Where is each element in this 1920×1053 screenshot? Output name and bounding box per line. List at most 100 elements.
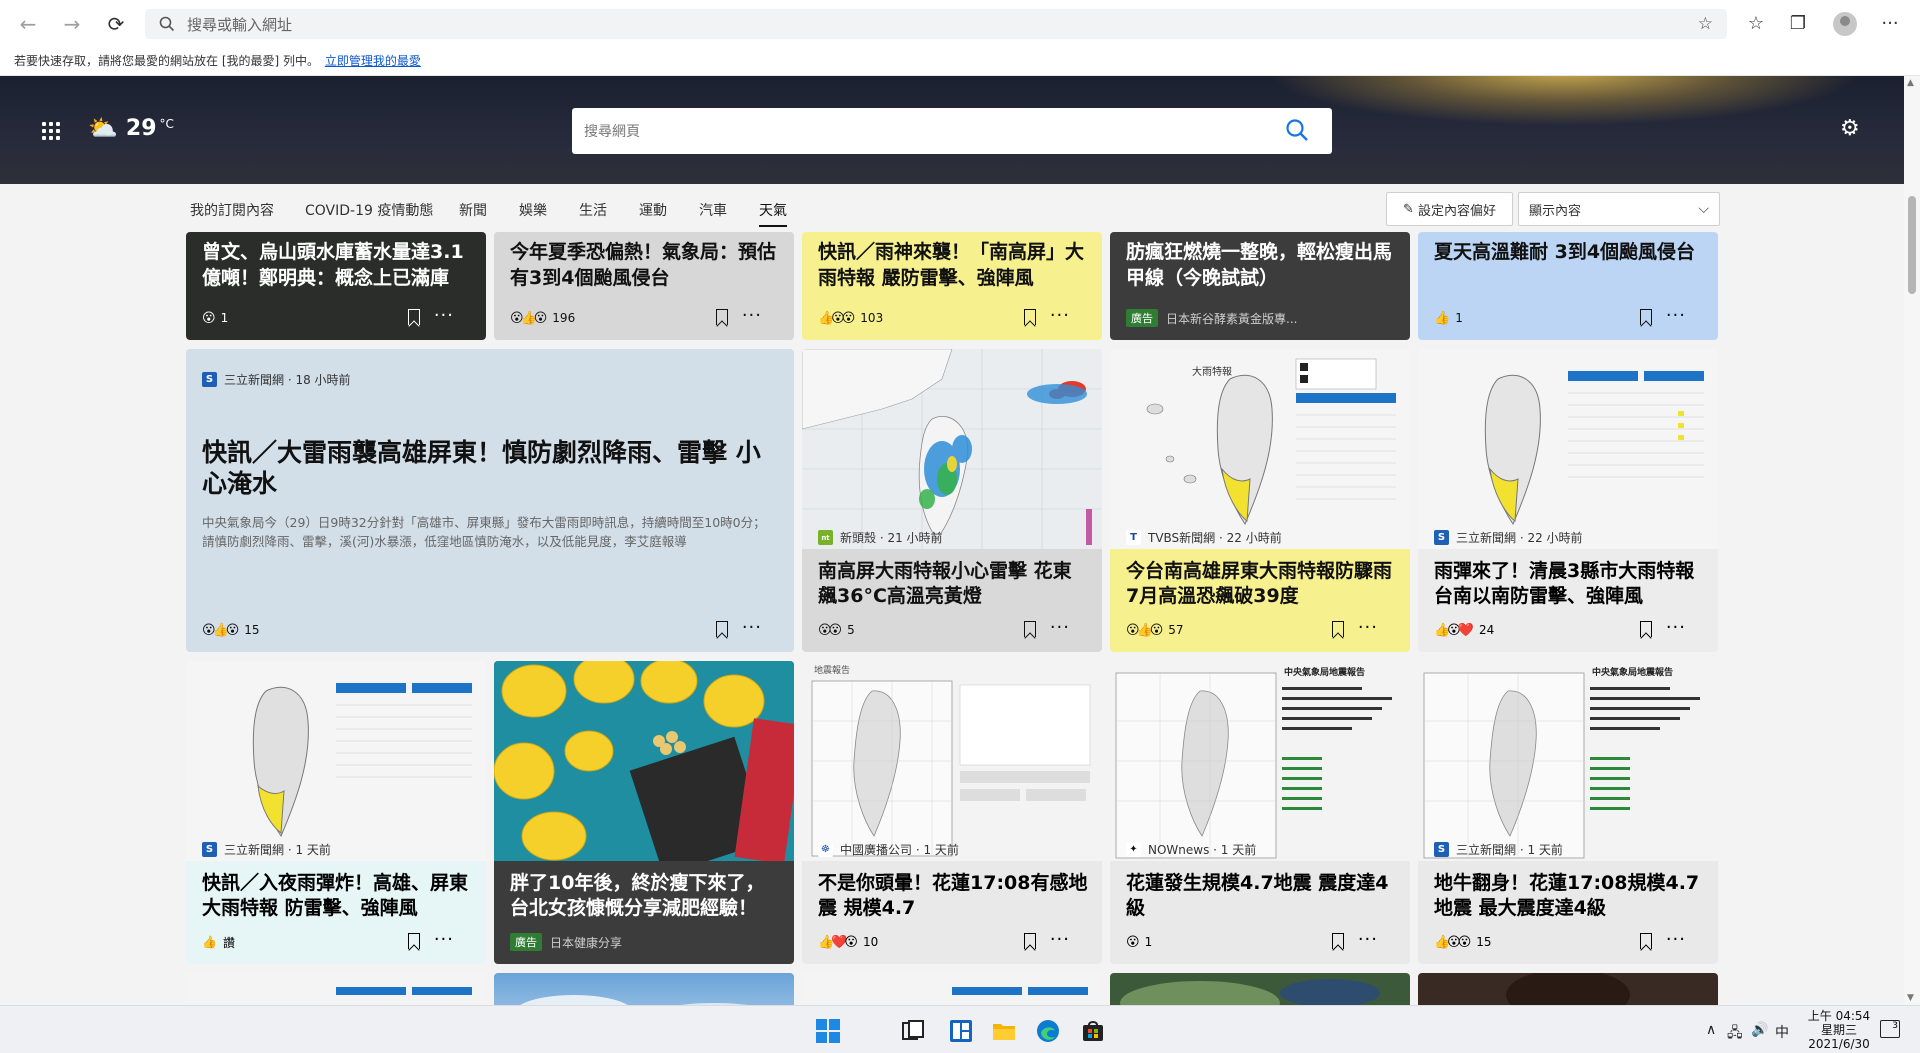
back-icon[interactable]: ←	[6, 4, 50, 44]
chevron-up-icon[interactable]: ∧	[1706, 1022, 1716, 1038]
bookmark-icon[interactable]	[1024, 933, 1036, 949]
sanli-logo-icon: S	[202, 842, 217, 857]
more-options-icon[interactable]: ···	[434, 929, 454, 950]
temperature: 29	[125, 115, 157, 141]
ad-badge: 廣告	[1126, 309, 1158, 327]
scroll-up-arrow-icon[interactable]: ▲	[1907, 78, 1914, 88]
news-card[interactable]: S 三立新聞網 · 22 小時前 雨彈來了！清晨3縣市大雨特報 台南以南防雷擊、…	[1418, 349, 1718, 652]
more-options-icon[interactable]: ···	[1050, 305, 1070, 326]
news-card[interactable]	[186, 973, 486, 1005]
network-icon[interactable]: 🖧	[1727, 1022, 1743, 1046]
notifications-icon[interactable]: 3	[1880, 1020, 1900, 1038]
add-favorite-icon[interactable]: ☆	[1698, 14, 1713, 34]
edge-browser-icon[interactable]	[1035, 1018, 1061, 1044]
tab-sports[interactable]: 運動	[639, 200, 667, 220]
ad-card[interactable]: 肪瘋狂燃燒一整晚，輕松瘦出馬甲線（今晚試試） 廣告 日本新谷酵素黃金版專...	[1110, 232, 1410, 340]
card-footer: 👍 1 ···	[1434, 296, 1704, 340]
news-card[interactable]: 中央氣象局地震報告 ✦ NOWnews · 1 天前 花蓮發生規模4.7地震 震…	[1110, 661, 1410, 964]
weather-widget[interactable]: ⛅ 29 °C	[88, 114, 174, 142]
settings-gear-icon[interactable]: ⚙	[1840, 116, 1860, 141]
page-scrollbar[interactable]: ▲ ▼	[1904, 76, 1920, 1005]
file-explorer-icon[interactable]	[991, 1018, 1017, 1044]
address-bar[interactable]: 搜尋或輸入網址 ☆	[145, 9, 1727, 39]
system-clock[interactable]: 上午 04:54 星期三 2021/6/30	[1794, 1009, 1884, 1051]
featured-news-card[interactable]: S 三立新聞網 · 18 小時前 快訊／大雷雨襲高雄屏東！慎防劇烈降雨、雷擊 小…	[186, 349, 794, 652]
bookmark-icon[interactable]	[1332, 933, 1344, 949]
news-card[interactable]: 地震報告 ☸ 中國廣播公司 · 1 天前 不是你頭暈！花蓮17:08有感地震 規…	[802, 661, 1102, 964]
volume-icon[interactable]: 🔊	[1751, 1022, 1768, 1038]
bookmark-icon[interactable]	[1024, 309, 1036, 325]
collections-icon[interactable]: ❐	[1786, 12, 1810, 36]
news-card[interactable]	[802, 973, 1102, 1005]
start-icon[interactable]	[815, 1018, 841, 1044]
manage-favorites-link[interactable]: 立即管理我的最愛	[325, 54, 421, 68]
card-title: 今年夏季恐偏熱！氣象局：預估有3到4個颱風侵台	[510, 241, 777, 289]
tab-autos[interactable]: 汽車	[699, 200, 727, 220]
more-options-icon[interactable]: ···	[1666, 617, 1686, 638]
bookmark-icon[interactable]	[1024, 621, 1036, 637]
more-options-icon[interactable]: ···	[1666, 305, 1686, 326]
search-icon[interactable]	[1284, 117, 1310, 143]
news-card[interactable]	[1110, 973, 1410, 1005]
task-view-icon[interactable]	[900, 1018, 926, 1044]
scroll-down-arrow-icon[interactable]: ▼	[1907, 993, 1914, 1003]
news-card[interactable]: nt 新頭殼 · 21 小時前 南高屏大雨特報小心雷擊 花東飆36°C高溫亮黃燈…	[802, 349, 1102, 652]
more-options-icon[interactable]: ···	[434, 305, 454, 326]
content-preferences-button[interactable]: ✎ 設定內容偏好	[1386, 192, 1513, 226]
tab-weather[interactable]: 天氣	[759, 200, 787, 227]
more-menu-icon[interactable]: ···	[1878, 12, 1902, 36]
tab-lifestyle[interactable]: 生活	[579, 200, 607, 220]
show-content-select[interactable]: 顯示內容 ⌵	[1518, 192, 1720, 226]
thumbs-up-icon: 👍	[202, 935, 217, 949]
card-source: TVBS新聞網 · 22 小時前	[1148, 531, 1282, 545]
news-card[interactable]: 大雨特報 T TVBS新聞網 · 22 小時前 今台南高雄屏東大雨特報防驟雨 7…	[1110, 349, 1410, 652]
bookmark-icon[interactable]	[408, 933, 420, 949]
bookmark-icon[interactable]	[1332, 621, 1344, 637]
news-card[interactable]: 中央氣象局地震報告 S 三立新聞網 · 1 天前 地牛翻身！花蓮17:08規模4…	[1418, 661, 1718, 964]
bookmark-icon[interactable]	[1640, 621, 1652, 637]
more-options-icon[interactable]: ···	[742, 305, 762, 326]
report-title: 中央氣象局地震報告	[1592, 668, 1674, 678]
ad-card[interactable]: 胖了10年後，終於瘦下來了，台北女孩慷慨分享減肥經驗！ 廣告 日本健康分享	[494, 661, 794, 964]
news-card[interactable]: S 三立新聞網 · 1 天前 快訊／入夜雨彈炸！高雄、屏東大雨特報 防雷擊、強陣…	[186, 661, 486, 964]
app-launcher-icon[interactable]	[42, 122, 60, 140]
profile-avatar[interactable]	[1833, 12, 1857, 36]
tab-news[interactable]: 新聞	[459, 200, 487, 220]
refresh-icon[interactable]: ⟳	[94, 4, 138, 44]
news-card[interactable]: 快訊／雨神來襲！「南高屏」大雨特報 嚴防雷擊、強陣風 👍😮😮 103 ···	[802, 232, 1102, 340]
news-card[interactable]: 今年夏季恐偏熱！氣象局：預估有3到4個颱風侵台 😮👍😮 196 ···	[494, 232, 794, 340]
more-options-icon[interactable]: ···	[742, 617, 762, 638]
widgets-icon[interactable]	[948, 1018, 974, 1044]
tab-covid[interactable]: COVID-19 疫情動態	[305, 200, 433, 220]
bookmark-icon[interactable]	[1640, 933, 1652, 949]
more-options-icon[interactable]: ···	[1050, 617, 1070, 638]
news-card[interactable]	[1418, 973, 1718, 1005]
card-source: 三立新聞網 · 22 小時前	[1456, 531, 1583, 545]
card-summary: 中央氣象局今（29）日9時32分針對「高雄市、屏東縣」發布大雷雨即時訊息，持續時…	[202, 515, 766, 549]
news-card[interactable]: 曾文、烏山頭水庫蓄水量達3.1億噸！鄭明典：概念上已滿庫 😮 1 ···	[186, 232, 486, 340]
card-footer: 😮👍😮 196 ···	[510, 296, 780, 340]
tab-subscriptions[interactable]: 我的訂閱內容	[190, 200, 274, 220]
more-options-icon[interactable]: ···	[1358, 929, 1378, 950]
forward-icon[interactable]: →	[50, 4, 94, 44]
ime-indicator[interactable]: 中	[1775, 1022, 1789, 1042]
more-options-icon[interactable]: ···	[1358, 617, 1378, 638]
scrollbar-thumb[interactable]	[1908, 196, 1916, 294]
card-footer: 👍😮😮 103 ···	[818, 296, 1088, 340]
bookmark-icon[interactable]	[716, 309, 728, 325]
bookmark-icon[interactable]	[408, 309, 420, 325]
reaction-count: 1	[220, 311, 229, 325]
earthquake-report-image	[1110, 661, 1410, 861]
store-icon[interactable]	[1080, 1018, 1106, 1044]
bookmark-icon[interactable]	[1640, 309, 1652, 325]
more-options-icon[interactable]: ···	[1666, 929, 1686, 950]
bookmark-icon[interactable]	[716, 621, 728, 637]
more-options-icon[interactable]: ···	[1050, 929, 1070, 950]
tab-entertainment[interactable]: 娛樂	[519, 200, 547, 220]
favorites-icon[interactable]: ☆	[1744, 12, 1768, 36]
news-card[interactable]	[494, 973, 794, 1005]
reaction-count: 10	[862, 935, 879, 949]
reaction-icons: 😮	[1126, 934, 1139, 950]
web-search-input[interactable]: 搜尋網頁	[572, 108, 1332, 154]
news-card[interactable]: 夏天高溫難耐 3到4個颱風侵台 👍 1 ···	[1418, 232, 1718, 340]
